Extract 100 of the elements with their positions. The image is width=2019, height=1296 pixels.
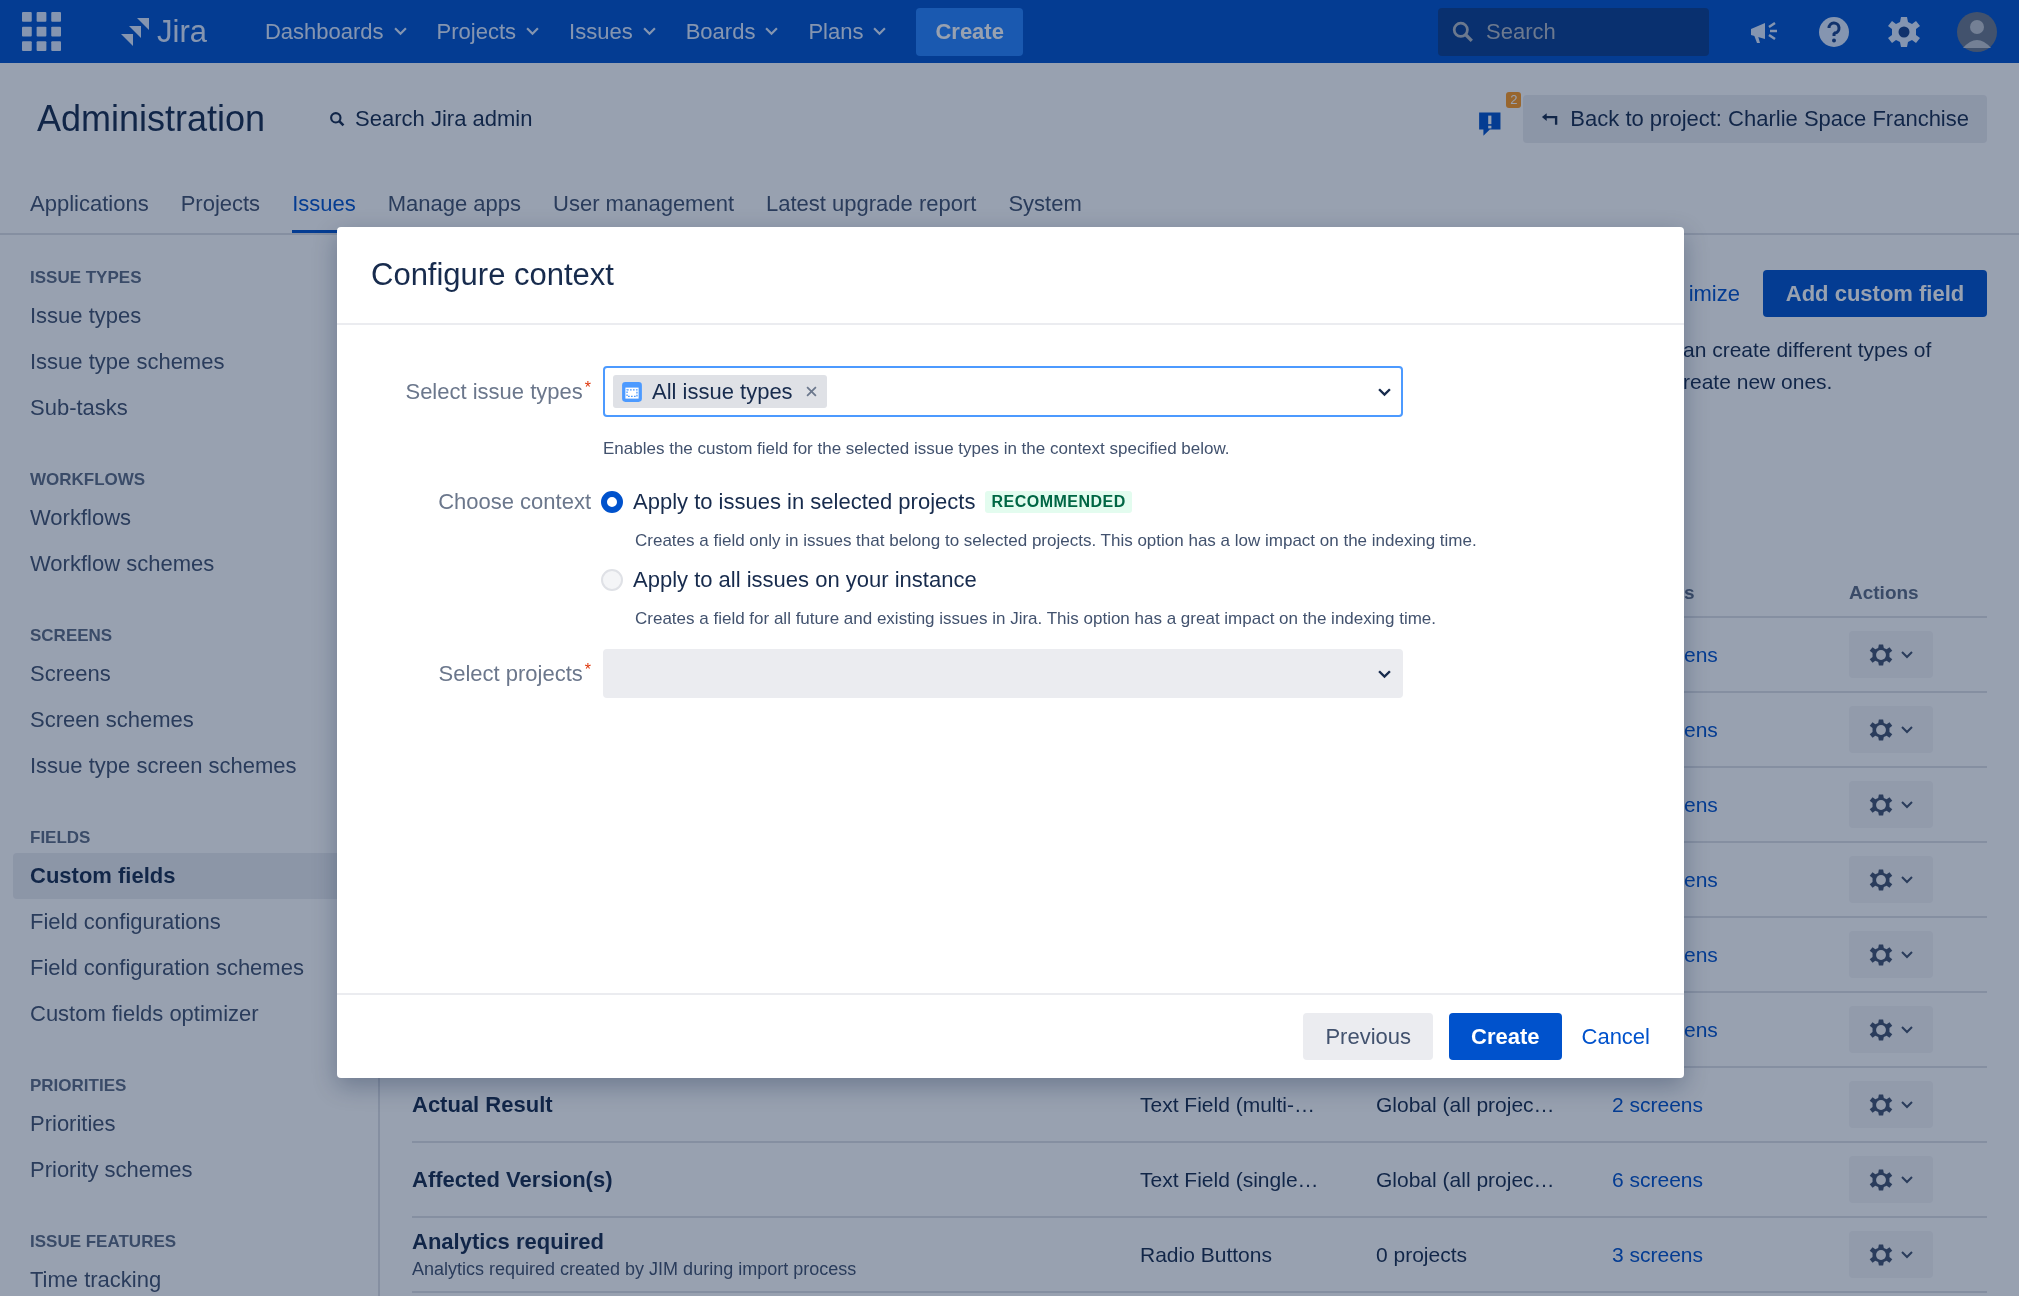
chevron-down-icon [1901, 1100, 1913, 1109]
actions-button[interactable] [1849, 781, 1933, 828]
admin-tab[interactable]: Applications [30, 181, 149, 233]
chevron-down-icon [1901, 725, 1913, 734]
screens-link[interactable]: ens [1684, 942, 1718, 966]
field-type: Text Field (multi-… [1140, 1092, 1316, 1116]
sidebar-item[interactable]: Time tracking [13, 1257, 378, 1296]
logo-text[interactable]: Jira [157, 13, 207, 50]
nav-menu[interactable]: Issues [569, 18, 656, 45]
screens-link[interactable]: ens [1684, 717, 1718, 741]
column-header: s [1684, 582, 1695, 603]
gear-icon [1869, 1242, 1893, 1267]
search-admin-link[interactable]: Search Jira admin [329, 106, 533, 132]
gear-icon [1869, 942, 1893, 967]
search-icon [1452, 20, 1474, 43]
chevron-down-icon [1901, 1025, 1913, 1034]
nav-menu[interactable]: Projects [436, 18, 540, 45]
notification-badge: 2 [1506, 92, 1522, 108]
field-type: Text Field (single… [1140, 1167, 1319, 1191]
actions-button[interactable] [1849, 1006, 1933, 1053]
column-header: Actions [1849, 582, 1919, 603]
chevron-down-icon [1901, 1175, 1913, 1184]
admin-tab[interactable]: Projects [180, 181, 261, 233]
search-icon [329, 110, 347, 128]
field-context: 0 projects [1376, 1242, 1468, 1266]
actions-button[interactable] [1849, 856, 1933, 903]
gear-icon [1869, 792, 1893, 817]
recommended-lozenge: RECOMMENDED [985, 491, 1132, 513]
actions-button[interactable] [1849, 631, 1933, 678]
remove-icon[interactable] [805, 386, 817, 397]
actions-button[interactable] [1849, 1156, 1933, 1203]
previous-button[interactable]: Previous [1303, 1013, 1434, 1060]
screens-link[interactable]: ens [1684, 1017, 1718, 1041]
option-label[interactable]: Apply to issues in selected projects [633, 489, 976, 515]
radio-button[interactable] [601, 491, 623, 513]
nav-menu[interactable]: Dashboards [264, 18, 407, 45]
screens-link[interactable]: ens [1684, 867, 1718, 891]
nav-menu[interactable]: Plans [808, 18, 887, 45]
issue-type-icon [621, 380, 643, 403]
screens-link[interactable]: ens [1684, 792, 1718, 816]
field-label: Select issue types* [405, 378, 592, 405]
chevron-down-icon [1901, 950, 1913, 959]
chevron-down-icon [1901, 800, 1913, 809]
description-text: reate new ones. [1683, 369, 1834, 395]
option-description: Creates a field for all future and existing issues in Jira. This option has a great impact on the indexing time. [635, 608, 1436, 630]
create-button[interactable]: Create [1449, 1013, 1562, 1060]
chevron-down-icon [1901, 650, 1913, 659]
sidebar-item[interactable]: Priority schemes [13, 1147, 378, 1193]
gear-icon [1869, 642, 1893, 667]
sidebar-item[interactable]: Priorities [13, 1101, 378, 1147]
sidebar-section-title: PRIORITIES [29, 1075, 128, 1097]
create-button[interactable]: Create [916, 7, 1023, 56]
sidebar-section-title: ISSUE FEATURES [29, 1231, 178, 1253]
field-label: Select projects* [438, 660, 592, 687]
issue-types-select[interactable]: All issue types [603, 366, 1403, 417]
sidebar-section-title: FIELDS [29, 827, 92, 849]
chevron-down-icon [1901, 1250, 1913, 1259]
screens-link[interactable]: 3 screens [1612, 1242, 1704, 1266]
actions-button[interactable] [1849, 931, 1933, 978]
gear-icon [1869, 717, 1893, 742]
field-name: Actual Result [412, 1091, 554, 1118]
gear-icon [1869, 1167, 1893, 1192]
option-description: Creates a field only in issues that belong to selected projects. This option has a low impact on the indexing time. [635, 530, 1477, 552]
search-field[interactable]: Search [1438, 7, 1709, 56]
optimizer-link[interactable]: imize [1688, 280, 1740, 307]
help-icon[interactable] [1817, 14, 1851, 49]
description-text: an create different types of [1683, 337, 1933, 363]
gear-icon [1869, 867, 1893, 892]
cancel-link[interactable]: Cancel [1577, 1013, 1654, 1060]
field-type: Radio Buttons [1140, 1242, 1272, 1266]
actions-button[interactable] [1849, 706, 1933, 753]
field-name: Analytics required [412, 1229, 605, 1255]
chevron-down-icon [1378, 669, 1391, 679]
add-custom-field-button[interactable]: Add custom field [1763, 270, 1987, 317]
field-name: Affected Version(s) [412, 1166, 614, 1193]
back-arrow-icon [1541, 112, 1559, 126]
dialog-title: Configure context [371, 257, 614, 293]
screens-link[interactable]: 2 screens [1612, 1092, 1704, 1116]
field-description: Analytics required created by JIM during import process [412, 1259, 858, 1280]
back-to-project-button[interactable]: Back to project: Charlie Space Franchise [1523, 95, 1987, 143]
actions-button[interactable] [1849, 1081, 1933, 1128]
field-label: Choose context [438, 488, 592, 516]
sidebar-section-title: WORKFLOWS [29, 469, 147, 491]
actions-button[interactable] [1849, 1231, 1933, 1278]
screens-link[interactable]: 6 screens [1612, 1167, 1704, 1191]
option-label[interactable]: Apply to all issues on your instance [633, 567, 977, 593]
sidebar-section-title: ISSUE TYPES [29, 267, 143, 289]
screens-link[interactable]: ens [1684, 642, 1718, 666]
avatar[interactable] [1957, 11, 1997, 52]
gear-icon [1869, 1092, 1893, 1117]
app-switcher-icon[interactable] [22, 12, 61, 51]
issue-type-tag: All issue types [613, 375, 827, 408]
settings-icon[interactable] [1887, 14, 1921, 49]
sidebar-section-title: SCREENS [29, 625, 114, 647]
chevron-down-icon [1901, 875, 1913, 884]
page-title: Administration [37, 98, 266, 140]
field-context: Global (all projec… [1376, 1092, 1555, 1116]
nav-menu[interactable]: Boards [685, 18, 779, 45]
chevron-down-icon [1378, 387, 1391, 397]
field-context: Global (all projec… [1376, 1167, 1555, 1191]
